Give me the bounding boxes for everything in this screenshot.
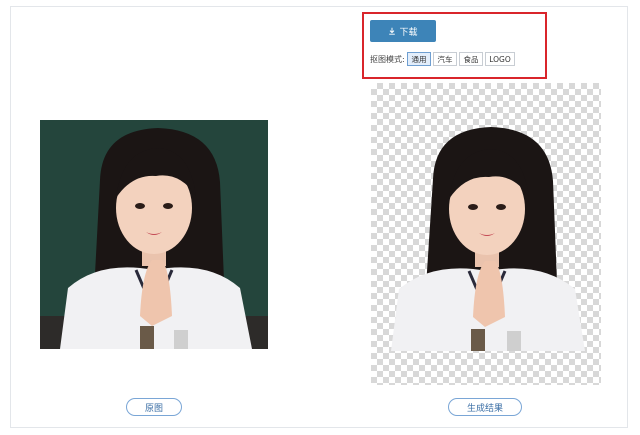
mode-option-car[interactable]: 汽车 — [433, 52, 457, 66]
result-image — [371, 83, 601, 385]
original-image — [40, 120, 268, 349]
mode-option-general[interactable]: 通用 — [407, 52, 431, 66]
download-label: 下载 — [399, 26, 418, 37]
mode-option-food[interactable]: 食品 — [459, 52, 483, 66]
cutout-mode-label: 抠图模式: — [370, 55, 405, 64]
original-image-button[interactable]: 原图 — [126, 398, 182, 416]
download-icon — [389, 27, 396, 35]
mode-option-logo[interactable]: LOGO — [485, 52, 515, 66]
result-image-button[interactable]: 生成结果 — [448, 398, 522, 416]
download-button[interactable]: 下载 — [370, 20, 436, 42]
